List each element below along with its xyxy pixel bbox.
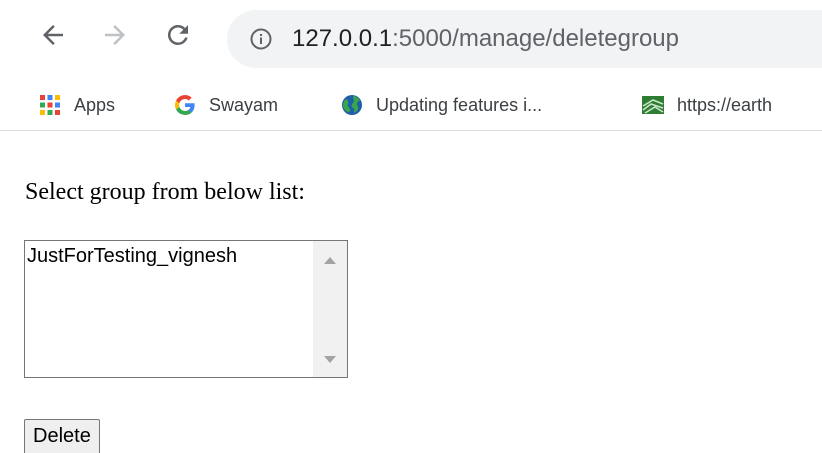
bookmark-label: Apps bbox=[74, 94, 116, 115]
arrow-right-icon bbox=[105, 25, 125, 45]
forward-button[interactable] bbox=[98, 18, 132, 52]
bookmark-label: Swayam bbox=[209, 94, 279, 115]
bookmark-swayam[interactable]: Swayam bbox=[173, 88, 278, 122]
bookmark-label: https://earth bbox=[677, 94, 773, 115]
url-text: 127.0.0.1:5000/manage/deletegroup bbox=[292, 25, 679, 53]
bookmarks-bar: Apps Swayam Updating features i... https… bbox=[0, 80, 822, 131]
globe-icon bbox=[342, 95, 362, 115]
delete-button[interactable]: Delete bbox=[24, 419, 100, 453]
bookmark-label: Updating features i... bbox=[376, 94, 543, 115]
bookmark-updating-features[interactable]: Updating features i... bbox=[340, 88, 542, 122]
google-g-icon bbox=[175, 95, 195, 115]
reload-button[interactable] bbox=[161, 18, 195, 52]
url-host: 127.0.0.1 bbox=[292, 25, 393, 52]
back-button[interactable] bbox=[36, 18, 70, 52]
listbox-scrollbar[interactable] bbox=[313, 241, 347, 377]
select-prompt: Select group from below list: bbox=[25, 179, 305, 205]
browser-toolbar: 127.0.0.1:5000/manage/deletegroup bbox=[0, 0, 822, 78]
earth-engine-icon bbox=[642, 96, 664, 114]
page-content: Select group from below list: JustForTes… bbox=[0, 131, 822, 453]
bookmark-apps[interactable]: Apps bbox=[38, 88, 115, 122]
info-icon[interactable] bbox=[249, 27, 273, 51]
scroll-down-arrow-icon[interactable] bbox=[324, 356, 336, 363]
scroll-up-arrow-icon[interactable] bbox=[324, 257, 336, 264]
apps-grid-icon bbox=[40, 95, 60, 115]
list-option[interactable]: JustForTesting_vignesh bbox=[27, 243, 237, 269]
bookmark-earth[interactable]: https://earth bbox=[641, 88, 772, 122]
arrow-left-icon bbox=[43, 25, 63, 45]
url-path: :5000/manage/deletegroup bbox=[392, 25, 679, 52]
address-bar[interactable]: 127.0.0.1:5000/manage/deletegroup bbox=[227, 10, 822, 68]
group-listbox[interactable]: JustForTesting_vignesh bbox=[24, 240, 348, 378]
reload-icon bbox=[167, 24, 188, 45]
